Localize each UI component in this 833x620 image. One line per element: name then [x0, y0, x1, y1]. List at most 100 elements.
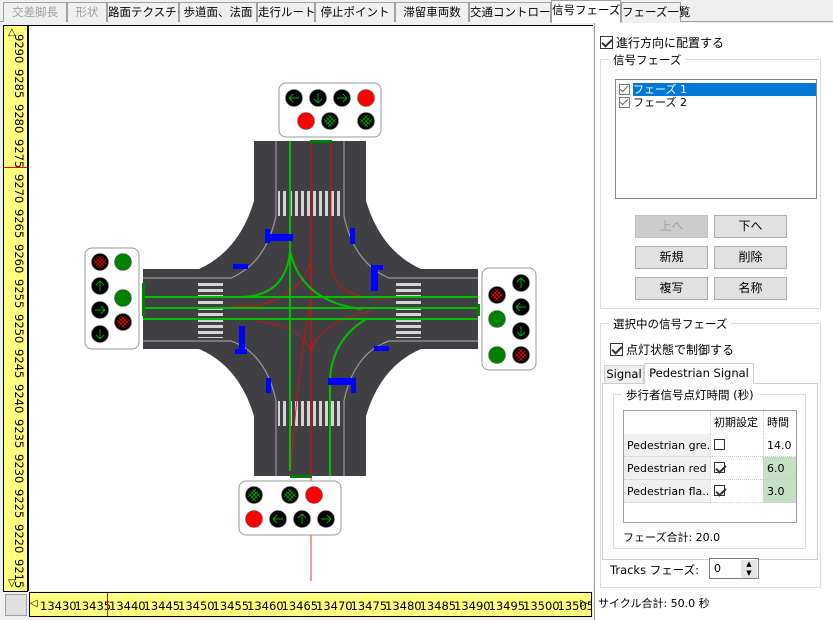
ruler-label: 13465	[281, 599, 319, 613]
signal-lamp-green-icon	[114, 253, 132, 271]
checkbox-icon[interactable]	[610, 343, 623, 356]
signal-lamp-hatched-red-icon	[488, 286, 506, 304]
checkbox-icon[interactable]	[714, 462, 725, 473]
signal-lamp-arrow-left-icon	[269, 510, 287, 528]
table-row[interactable]: Pedestrian fla... 3.0	[624, 480, 796, 503]
ruler-label: 9290	[12, 34, 26, 64]
ruler-label: 9235	[12, 419, 26, 449]
tab-signal[interactable]: Signal	[604, 365, 644, 383]
ruler-label: 9240	[12, 384, 26, 414]
tab-7[interactable]: 交通コントロール	[469, 2, 562, 22]
ruler-label: 13445	[143, 599, 181, 613]
checkbox-icon[interactable]	[619, 84, 630, 95]
tab-6[interactable]: 滞留車両数	[395, 2, 469, 22]
tab-5[interactable]: 停止ポイント	[315, 2, 395, 22]
signal-lamp-arrow-right-icon	[91, 301, 109, 319]
pedestrian-time-title: 歩行者信号点灯時間 (秒)	[622, 387, 758, 403]
phase-list-item[interactable]: フェーズ 1	[616, 83, 816, 96]
control-by-state-checkbox[interactable]: 点灯状態で制御する	[610, 341, 734, 358]
tab-panel: 歩行者信号点灯時間 (秒) 初期設定 時間 Pedestrian gre... …	[602, 383, 818, 560]
ruler-label: 13470	[316, 599, 353, 613]
tracks-phase-label: Tracks フェーズ:	[610, 563, 700, 577]
ruler-label: 9285	[12, 69, 26, 99]
time-cell[interactable]: 6.0	[763, 457, 796, 480]
ruler-label: 9260	[12, 244, 26, 274]
initial-checkbox[interactable]	[710, 480, 763, 503]
signal-head-east[interactable]	[481, 267, 537, 371]
intersection-canvas[interactable]	[28, 25, 593, 591]
pedestrian-time-grid[interactable]: 初期設定 時間 Pedestrian gre... 14.0 Pedestrian…	[623, 410, 797, 523]
signal-lamp-arrow-down-icon	[91, 325, 109, 343]
checkbox-icon[interactable]	[714, 439, 725, 450]
ruler-left-arrow-icon[interactable]: ◁	[30, 598, 38, 609]
spin-down-icon[interactable]: ▼	[741, 569, 757, 578]
tab-2[interactable]: 路面テクスチャ	[107, 2, 188, 22]
signal-lamp-green-icon	[114, 289, 132, 307]
row-name: Pedestrian gre...	[624, 434, 710, 457]
new-phase-button[interactable]: 新規	[635, 246, 708, 269]
place-in-direction-checkbox[interactable]: 進行方向に配置する	[600, 34, 724, 51]
ruler-label: 9220	[12, 524, 26, 554]
signal-lamp-red-icon	[297, 112, 315, 130]
tab-3[interactable]: 歩道面、法面	[179, 2, 257, 22]
signal-head-west[interactable]	[84, 247, 140, 350]
horizontal-ruler[interactable]: ◁ ▷ 13430 13435 13440 13445 13450 13455 13460 1…	[29, 592, 592, 617]
ruler-label: 13485	[419, 599, 457, 613]
initial-checkbox[interactable]	[710, 434, 763, 457]
phase-total: フェーズ合計: 20.0	[623, 531, 721, 544]
ruler-corner	[5, 594, 27, 616]
move-up-button[interactable]: 上へ	[635, 215, 708, 238]
cycle-total: サイクル合計: 50.0 秒	[598, 597, 710, 610]
vertical-ruler[interactable]: △ ▽ 9290 9285 9280 9275 9270 9265 9260 9255 9250…	[3, 25, 28, 592]
copy-phase-button[interactable]: 複写	[635, 277, 708, 300]
ruler-label: 13475	[350, 599, 388, 613]
delete-phase-button[interactable]: 削除	[714, 246, 787, 269]
signal-lamp-green-icon	[488, 346, 506, 364]
tab-0[interactable]: 交差脚長	[3, 2, 67, 22]
checkbox-icon[interactable]	[619, 97, 630, 108]
phase-list-item[interactable]: フェーズ 2	[616, 96, 816, 109]
rename-phase-button[interactable]: 名称	[714, 277, 787, 300]
signal-lamp-arrow-down-icon	[309, 89, 327, 107]
tracks-phase-value[interactable]: 0	[714, 562, 721, 575]
table-row[interactable]: Pedestrian gre... 14.0	[624, 434, 796, 457]
signal-lamp-hatched-green-icon	[321, 112, 339, 130]
signal-lamp-arrow-right-icon	[333, 89, 351, 107]
ruler-label: 9275	[12, 139, 26, 169]
ruler-label: 9270	[12, 174, 26, 204]
tab-bar: 交差脚長 形状 路面テクスチャ 歩道面、法面 走行ルート 停止ポイント 滞留車両数 交通コント…	[0, 0, 833, 23]
tab-9[interactable]: フェーズ一覧	[621, 2, 690, 22]
row-name: Pedestrian red	[624, 457, 710, 480]
tab-pedestrian-signal[interactable]: Pedestrian Signal	[644, 363, 754, 384]
move-down-button[interactable]: 下へ	[714, 215, 787, 238]
time-cell[interactable]: 3.0	[763, 480, 796, 503]
ruler-label: 13460	[247, 599, 284, 613]
selected-phase-group: 選択中の信号フェーズ 点灯状態で制御する Signal Pedestrian S…	[600, 316, 821, 588]
signal-head-south[interactable]	[238, 480, 342, 536]
tab-1[interactable]: 形状	[67, 2, 107, 22]
signal-head-north[interactable]	[278, 82, 382, 138]
row-name: Pedestrian fla...	[624, 480, 710, 503]
ruler-label: 13480	[385, 599, 422, 613]
phase-list[interactable]: フェーズ 1 フェーズ 2	[615, 79, 817, 199]
checkbox-icon[interactable]	[600, 36, 613, 49]
phase-group-title: 信号フェーズ	[609, 52, 686, 68]
spin-up-icon[interactable]: ▲	[741, 560, 757, 569]
tracks-phase-spinner[interactable]: 0 ▲ ▼	[709, 558, 759, 579]
signal-lamp-hatched-green-icon	[357, 112, 375, 130]
tab-8[interactable]: 信号フェーズ	[551, 0, 621, 23]
table-row[interactable]: Pedestrian red 6.0	[624, 457, 796, 480]
signal-lamp-hatched-red-icon	[512, 346, 530, 364]
tab-4[interactable]: 走行ルート	[257, 2, 316, 22]
ruler-label: 13450	[178, 599, 215, 613]
ruler-label: 9265	[12, 209, 26, 239]
ruler-label: 13505	[557, 599, 592, 613]
ruler-label: 13490	[454, 599, 491, 613]
checkbox-icon[interactable]	[714, 485, 725, 496]
initial-checkbox[interactable]	[710, 457, 763, 480]
signal-lamp-hatched-red-icon	[114, 313, 132, 331]
time-cell[interactable]: 14.0	[763, 434, 796, 457]
ruler-label: 9280	[12, 104, 26, 134]
header-time: 時間	[763, 411, 796, 434]
cursor-marker	[107, 593, 108, 616]
